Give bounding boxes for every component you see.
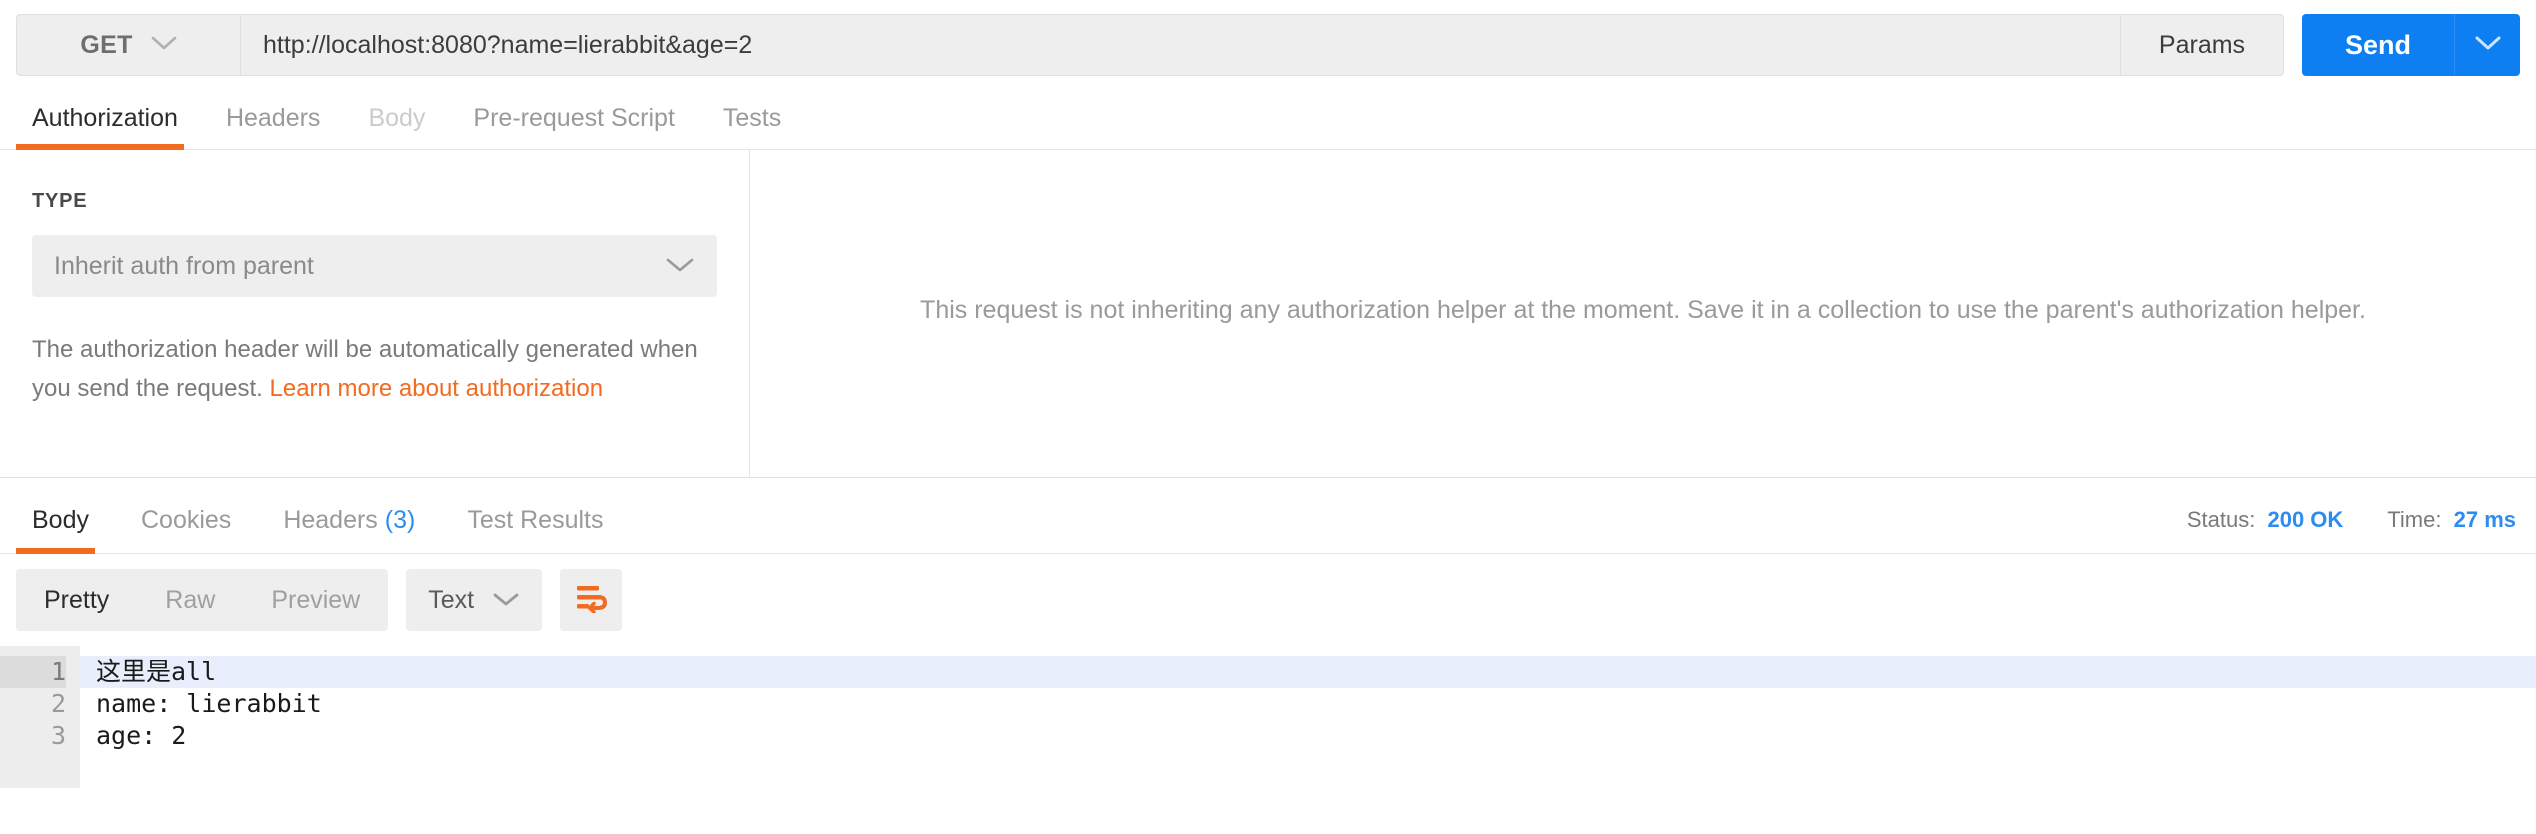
status-badge: Status: 200 OK (2187, 507, 2343, 533)
tab-authorization-label: Authorization (32, 104, 178, 132)
params-label: Params (2158, 30, 2246, 59)
tab-body[interactable]: Body (344, 104, 449, 149)
response-tab-cookies[interactable]: Cookies (115, 506, 257, 553)
code-line: 这里是all (80, 656, 2536, 688)
send-label: Send (2344, 29, 2411, 60)
learn-more-link[interactable]: Learn more about authorization (270, 375, 604, 402)
response-body-viewer[interactable]: 1 2 3 这里是all name: lierabbit age: 2 (0, 646, 2536, 788)
time-label: Time: (2387, 507, 2442, 532)
response-format-value: Text (428, 585, 475, 614)
response-tab-body-label: Body (32, 506, 89, 534)
request-tabs: Authorization Headers Body Pre-request S… (0, 88, 2536, 150)
response-toolbar: Pretty Raw Preview Text (0, 554, 2536, 646)
tab-pre-request-script-label: Pre-request Script (473, 104, 675, 132)
code-line: age: 2 (96, 721, 187, 750)
tab-headers-label: Headers (225, 104, 321, 132)
line-number: 3 (50, 721, 66, 750)
tab-authorization[interactable]: Authorization (16, 104, 202, 150)
response-headers-count: (3) (384, 506, 416, 534)
response-tab-test-results-label: Test Results (467, 506, 604, 534)
time-value: 27 ms (2453, 507, 2516, 532)
view-mode-pretty-label: Pretty (44, 586, 110, 614)
tab-tests[interactable]: Tests (699, 104, 805, 149)
response-format-select[interactable]: Text (406, 569, 543, 631)
response-tab-body[interactable]: Body (16, 506, 115, 554)
response-tab-cookies-label: Cookies (140, 506, 232, 534)
chevron-down-icon (665, 252, 695, 281)
response-meta: Status: 200 OK Time: 27 ms (2187, 507, 2520, 553)
line-number: 2 (50, 689, 66, 718)
status-label: Status: (2186, 507, 2256, 532)
response-tabs: Body Cookies Headers (3) Test Results (16, 506, 630, 554)
response-tab-test-results[interactable]: Test Results (441, 506, 629, 553)
view-mode-preview-label: Preview (271, 586, 361, 614)
time-badge: Time: 27 ms (2387, 507, 2516, 533)
authorization-info-pane: This request is not inheriting any autho… (750, 150, 2536, 477)
status-value: 200 OK (2267, 507, 2344, 532)
view-mode-pretty[interactable]: Pretty (16, 569, 137, 631)
chevron-down-icon (492, 586, 520, 615)
send-options-button[interactable] (2454, 14, 2520, 76)
auth-inherit-message: This request is not inheriting any autho… (920, 296, 2366, 324)
code-line: name: lierabbit (96, 689, 322, 718)
auth-help-text: The authorization header will be automat… (32, 331, 717, 409)
send-button[interactable]: Send (2302, 14, 2454, 76)
http-method-select[interactable]: GET (16, 14, 240, 76)
response-tab-headers-label: Headers (283, 506, 378, 534)
tab-headers[interactable]: Headers (202, 104, 345, 149)
response-tab-headers[interactable]: Headers (3) (257, 506, 441, 553)
tab-pre-request-script[interactable]: Pre-request Script (449, 104, 698, 149)
authorization-settings: TYPE Inherit auth from parent The author… (0, 150, 750, 477)
auth-type-label: TYPE (32, 190, 88, 212)
line-number-gutter: 1 2 3 (0, 646, 80, 788)
view-mode-raw[interactable]: Raw (137, 569, 243, 631)
response-view-mode-group: Pretty Raw Preview (16, 569, 389, 631)
response-tabs-row: Body Cookies Headers (3) Test Results St… (0, 478, 2536, 554)
chevron-down-icon (2475, 35, 2501, 56)
auth-type-value: Inherit auth from parent (54, 251, 314, 280)
send-button-group: Send (2302, 14, 2520, 76)
params-button[interactable]: Params (2120, 14, 2284, 76)
line-number: 1 (0, 656, 66, 688)
request-url-input[interactable]: http://localhost:8080?name=lierabbit&age… (240, 14, 2120, 76)
tab-body-label: Body (368, 104, 426, 132)
auth-type-select[interactable]: Inherit auth from parent (32, 235, 717, 297)
response-body-content[interactable]: 这里是all name: lierabbit age: 2 (80, 646, 2536, 788)
view-mode-raw-label: Raw (165, 586, 216, 614)
authorization-panel: TYPE Inherit auth from parent The author… (0, 150, 2536, 478)
word-wrap-icon (574, 583, 608, 618)
tab-tests-label: Tests (722, 104, 782, 132)
chevron-down-icon (151, 35, 177, 56)
word-wrap-button[interactable] (560, 569, 623, 631)
view-mode-preview[interactable]: Preview (243, 569, 388, 631)
http-method-label: GET (80, 30, 133, 59)
request-bar: GET http://localhost:8080?name=lierabbit… (0, 0, 2536, 88)
